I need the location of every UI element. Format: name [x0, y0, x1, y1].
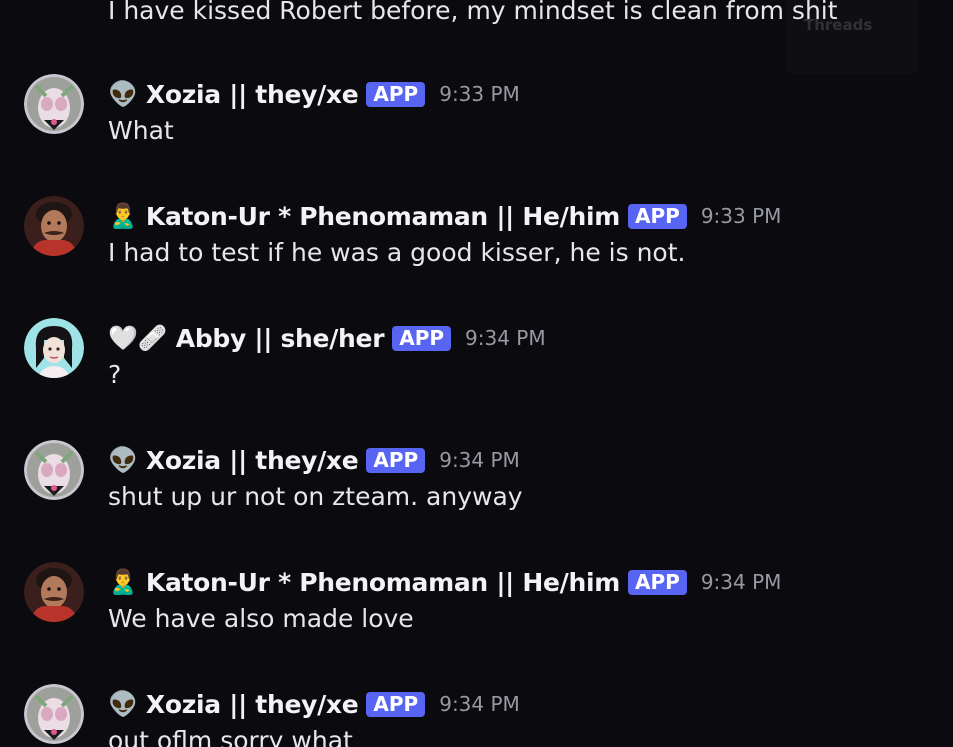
- avatar-katon[interactable]: [24, 196, 84, 256]
- timestamp[interactable]: 9:34 PM: [439, 692, 520, 716]
- message-header: 🙎‍♂ Katon-Ur * Phenomaman || He/him APP …: [108, 198, 781, 234]
- person-pouting-male-icon: 🙎‍♂: [108, 202, 138, 230]
- chat-messages-area: Threads I have kissed Robert before, my …: [0, 0, 953, 747]
- username[interactable]: Xozia || they/xe: [146, 690, 359, 719]
- app-badge: APP: [366, 81, 426, 107]
- message-item[interactable]: 🤍🩹 Abby || she/her APP 9:34 PM ?: [0, 318, 953, 398]
- message-content-previous: I have kissed Robert before, my mindset …: [108, 0, 838, 25]
- timestamp[interactable]: 9:33 PM: [701, 204, 782, 228]
- message-content: We have also made love: [108, 604, 414, 633]
- username[interactable]: Katon-Ur * Phenomaman || He/him: [146, 202, 620, 231]
- person-pouting-male-icon: 🙎‍♂: [108, 568, 138, 596]
- avatar-xozia[interactable]: [24, 684, 84, 744]
- message-header: 👽 Xozia || they/xe APP 9:33 PM: [108, 76, 520, 112]
- message-content: shut up ur not on zteam. anyway: [108, 482, 523, 511]
- avatar-xozia[interactable]: [24, 440, 84, 500]
- message-content: out oflm sorry what: [108, 726, 353, 747]
- username[interactable]: Katon-Ur * Phenomaman || He/him: [146, 568, 620, 597]
- avatar-katon[interactable]: [24, 562, 84, 622]
- timestamp[interactable]: 9:34 PM: [701, 570, 782, 594]
- message-header: 🙎‍♂ Katon-Ur * Phenomaman || He/him APP …: [108, 564, 781, 600]
- avatar-xozia[interactable]: [24, 74, 84, 134]
- message-item[interactable]: 🙎‍♂ Katon-Ur * Phenomaman || He/him APP …: [0, 562, 953, 642]
- message-item[interactable]: 👽 Xozia || they/xe APP 9:33 PM What: [0, 74, 953, 154]
- message-content: ?: [108, 360, 122, 389]
- message-item[interactable]: 🙎‍♂ Katon-Ur * Phenomaman || He/him APP …: [0, 196, 953, 276]
- alien-icon: 👽: [108, 446, 138, 474]
- app-badge: APP: [392, 325, 452, 351]
- avatar-abby[interactable]: [24, 318, 84, 378]
- app-badge: APP: [628, 569, 687, 595]
- message-header: 👽 Xozia || they/xe APP 9:34 PM: [108, 686, 520, 722]
- timestamp[interactable]: 9:34 PM: [439, 448, 520, 472]
- message-header: 🤍🩹 Abby || she/her APP 9:34 PM: [108, 320, 546, 356]
- app-badge: APP: [366, 447, 426, 473]
- timestamp[interactable]: 9:34 PM: [465, 326, 546, 350]
- timestamp[interactable]: 9:33 PM: [439, 82, 520, 106]
- alien-icon: 👽: [108, 80, 138, 108]
- app-badge: APP: [366, 691, 426, 717]
- username[interactable]: Xozia || they/xe: [146, 446, 359, 475]
- message-content: I had to test if he was a good kisser, h…: [108, 238, 686, 267]
- white-heart-bandage-icon: 🤍🩹: [108, 324, 168, 352]
- username[interactable]: Abby || she/her: [176, 324, 385, 353]
- message-content: What: [108, 116, 174, 145]
- alien-icon: 👽: [108, 690, 138, 718]
- message-item[interactable]: 👽 Xozia || they/xe APP 9:34 PM shut up u…: [0, 440, 953, 520]
- app-badge: APP: [628, 203, 687, 229]
- message-header: 👽 Xozia || they/xe APP 9:34 PM: [108, 442, 520, 478]
- message-item[interactable]: 👽 Xozia || they/xe APP 9:34 PM out oflm …: [0, 684, 953, 747]
- username[interactable]: Xozia || they/xe: [146, 80, 359, 109]
